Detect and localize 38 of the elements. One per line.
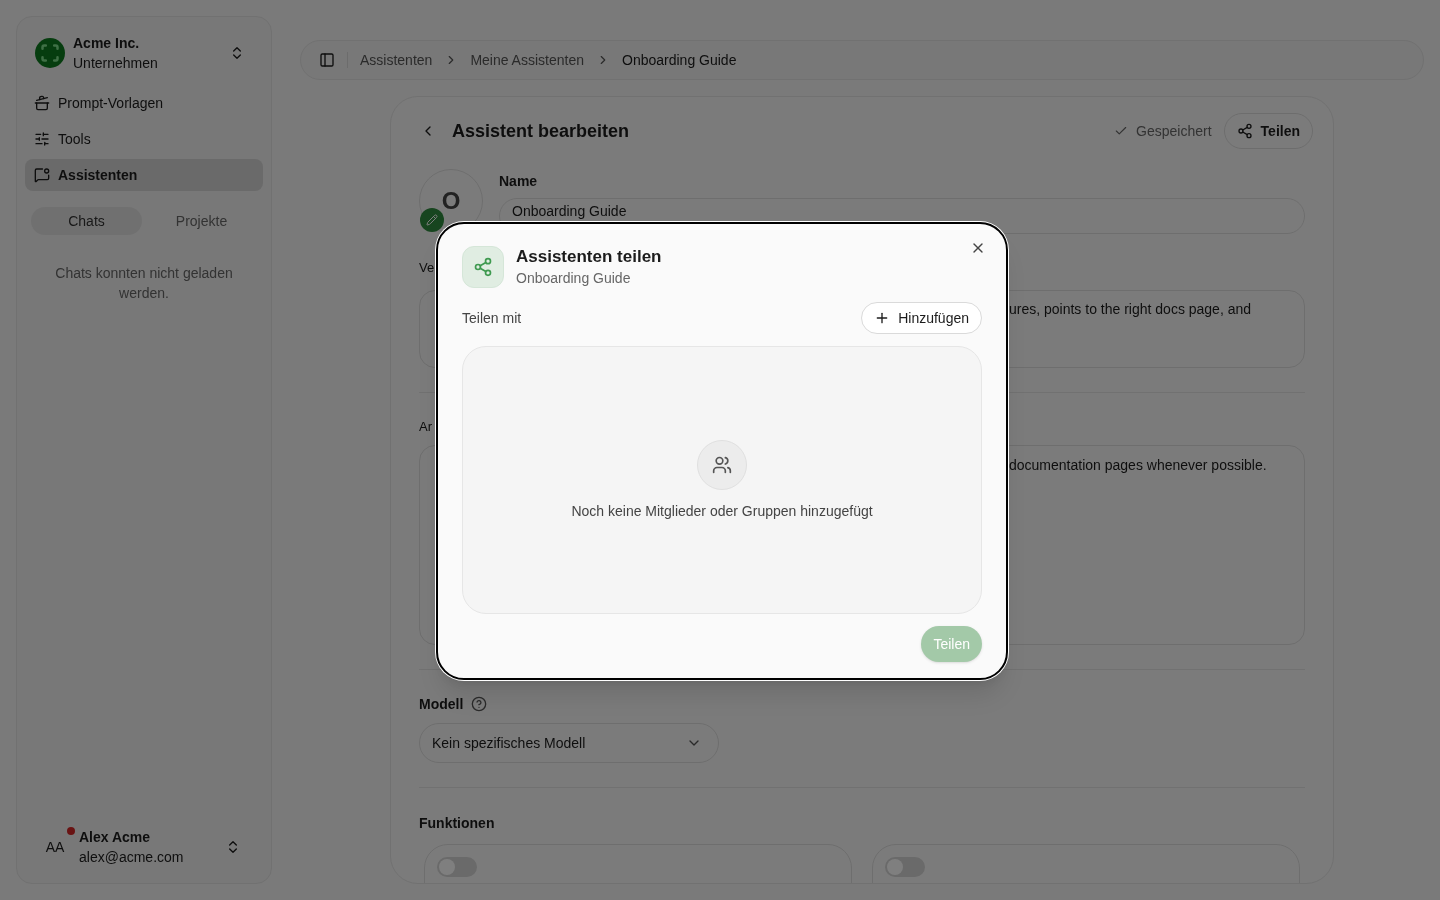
error-message: Chats konnten nicht geladen werden. (54, 264, 234, 303)
breadcrumb-link[interactable]: Assistenten (360, 50, 433, 70)
share-icon (462, 246, 504, 288)
edit-avatar-button[interactable] (420, 208, 444, 232)
users-icon (697, 439, 747, 490)
user-avatar: AA (39, 831, 71, 863)
breadcrumb-link[interactable]: Meine Assistenten (470, 50, 584, 70)
logo-icon (35, 38, 65, 68)
sliders-icon (34, 131, 50, 147)
user-name: Alex Acme (79, 828, 152, 847)
org-name: Acme Inc. (73, 34, 141, 53)
sidebar-item[interactable]: Tools (25, 123, 263, 155)
sidebar-item[interactable]: Prompt-Vorlagen (25, 87, 263, 119)
section-title: Funktionen (419, 814, 495, 833)
share-with-label: Teilen mit (462, 309, 522, 328)
field-label: Name (499, 172, 539, 191)
add-button[interactable]: Hinzufügen (861, 302, 982, 334)
field-label: Ve (419, 259, 435, 277)
chat-icon (34, 167, 50, 183)
field-label: Modell (419, 695, 464, 714)
share-icon (1236, 123, 1253, 139)
pot-icon (34, 95, 50, 111)
dialog-subtitle: Onboarding Guide (516, 268, 632, 288)
dialog-title: Assistenten teilen (516, 246, 662, 268)
saved-status: Gespeichert (1136, 122, 1212, 141)
breadcrumb-link[interactable]: Onboarding Guide (622, 50, 737, 70)
sidebar-toggle-icon[interactable] (319, 52, 335, 68)
tab[interactable]: Chats (31, 207, 142, 235)
user-email: alex@acme.com (79, 848, 185, 867)
pencil-icon (426, 214, 438, 226)
help-icon[interactable] (471, 696, 488, 712)
check-icon (1114, 124, 1129, 138)
tab[interactable]: Projekte (146, 207, 257, 235)
sidebar-item[interactable]: Assistenten (25, 159, 263, 191)
field-label: Ar (419, 418, 432, 436)
empty-message: Noch keine Mitglieder oder Gruppen hinzugefügt (571, 501, 873, 521)
org-type: Unternehmen (73, 54, 159, 73)
page-title: Assistent bearbeiten (452, 120, 630, 143)
